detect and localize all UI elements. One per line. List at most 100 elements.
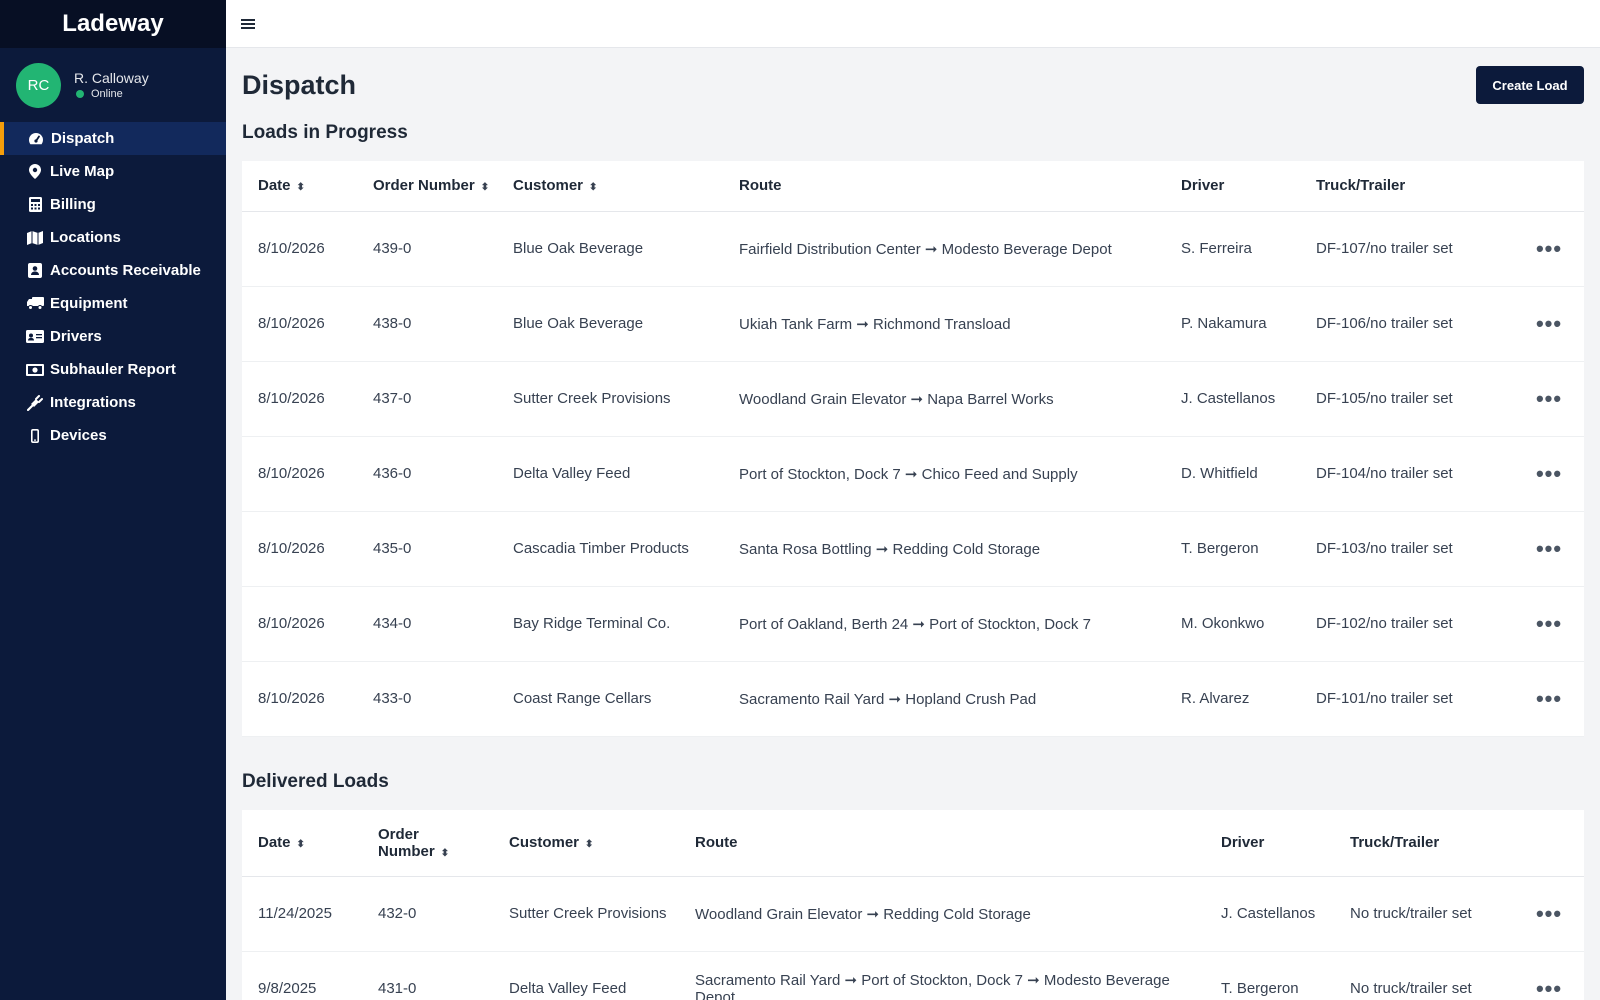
mobile-icon — [26, 428, 44, 443]
user-status-label: Online — [91, 88, 123, 100]
sidebar-item-label: Accounts Receivable — [50, 262, 201, 279]
sidebar-item-integrations[interactable]: Integrations — [0, 386, 226, 419]
sidebar-item-devices[interactable]: Devices — [0, 419, 226, 452]
sidebar-item-label: Locations — [50, 229, 121, 246]
more-options-icon[interactable]: ••• — [1536, 386, 1562, 411]
user-name: R. Calloway — [74, 70, 149, 86]
more-options-icon[interactable]: ••• — [1536, 311, 1562, 336]
column-header-route: Route — [723, 161, 1165, 212]
sidebar-item-label: Subhauler Report — [50, 361, 176, 378]
route-cell: Sacramento Rail Yard ➞ Port of Stockton,… — [679, 951, 1205, 1000]
column-header-date[interactable]: Date ⬍ — [242, 810, 362, 877]
column-header-order-number[interactable]: Order Number ⬍ — [357, 161, 497, 212]
customer-cell: Delta Valley Feed — [493, 951, 679, 1000]
more-options-icon[interactable]: ••• — [1536, 611, 1562, 636]
truck-trailer-cell: DF-107/no trailer set — [1300, 211, 1514, 287]
table-row[interactable]: 8/10/2026 439-0 Blue Oak Beverage Fairfield… — [242, 211, 1584, 287]
driver-cell: J. Castellanos — [1165, 361, 1300, 437]
column-header-customer[interactable]: Customer ⬍ — [497, 161, 723, 212]
date-cell: 9/8/2025 — [242, 951, 362, 1000]
customer-cell: Sutter Creek Provisions — [497, 361, 723, 437]
sidebar-item-live-map[interactable]: Live Map — [0, 155, 226, 188]
table-row[interactable]: 8/10/2026 437-0 Sutter Creek Provisions Woo… — [242, 361, 1584, 437]
sidebar-item-billing[interactable]: Billing — [0, 188, 226, 221]
page-title: Dispatch — [242, 70, 357, 100]
customer-cell: Blue Oak Beverage — [497, 286, 723, 362]
order-number-cell: 433-0 — [357, 661, 497, 737]
dashboard-icon — [27, 132, 45, 146]
date-cell: 8/10/2026 — [242, 511, 357, 587]
order-number-cell: 439-0 — [357, 211, 497, 287]
order-number-cell: 432-0 — [362, 876, 493, 952]
sidebar-item-equipment[interactable]: Equipment — [0, 287, 226, 320]
sidebar: Ladeway RC R. Calloway Online Dispatch L… — [0, 0, 226, 1000]
more-options-icon[interactable]: ••• — [1536, 976, 1562, 1000]
date-cell: 8/10/2026 — [242, 286, 357, 362]
customer-cell: Sutter Creek Provisions — [493, 876, 679, 952]
column-header-truck-trailer: Truck/Trailer — [1334, 810, 1514, 877]
avatar[interactable]: RC — [16, 62, 61, 108]
sidebar-item-accounts-receivable[interactable]: Accounts Receivable — [0, 254, 226, 287]
sidebar-item-label: Drivers — [50, 328, 102, 345]
sort-icon[interactable]: ⬍ — [585, 839, 593, 850]
user-panel: RC R. Calloway Online — [0, 48, 226, 122]
date-cell: 8/10/2026 — [242, 661, 357, 737]
sort-icon[interactable]: ⬍ — [589, 182, 597, 193]
truck-icon — [26, 297, 44, 310]
table-row[interactable]: 8/10/2026 436-0 Delta Valley Feed Port of S… — [242, 436, 1584, 512]
truck-trailer-cell: DF-106/no trailer set — [1300, 286, 1514, 362]
table-row[interactable]: 11/24/2025 432-0 Sutter Creek Provisions Wo… — [242, 876, 1584, 952]
date-cell: 8/10/2026 — [242, 586, 357, 662]
driver-cell: J. Castellanos — [1205, 876, 1334, 952]
map-pin-icon — [26, 164, 44, 179]
column-header-truck-trailer: Truck/Trailer — [1300, 161, 1514, 212]
sidebar-item-drivers[interactable]: Drivers — [0, 320, 226, 353]
sidebar-item-label: Devices — [50, 427, 107, 444]
address-book-icon — [26, 263, 44, 278]
order-number-cell: 437-0 — [357, 361, 497, 437]
customer-cell: Blue Oak Beverage — [497, 211, 723, 287]
date-cell: 8/10/2026 — [242, 211, 357, 287]
more-options-icon[interactable]: ••• — [1536, 536, 1562, 561]
sidebar-item-subhauler-report[interactable]: Subhauler Report — [0, 353, 226, 386]
sort-icon[interactable]: ⬍ — [297, 182, 305, 193]
id-card-icon — [26, 330, 44, 343]
sort-icon[interactable]: ⬍ — [297, 839, 305, 850]
more-options-icon[interactable]: ••• — [1536, 461, 1562, 486]
calculator-icon — [26, 197, 44, 212]
more-options-icon[interactable]: ••• — [1536, 686, 1562, 711]
column-header-date[interactable]: Date ⬍ — [242, 161, 357, 212]
column-header-route: Route — [679, 810, 1205, 877]
sidebar-item-dispatch[interactable]: Dispatch — [0, 122, 226, 155]
date-cell: 8/10/2026 — [242, 436, 357, 512]
sort-icon[interactable]: ⬍ — [481, 182, 489, 193]
row-actions-cell: ••• — [1514, 951, 1584, 1000]
sidebar-item-locations[interactable]: Locations — [0, 221, 226, 254]
column-header-order-number[interactable]: Order Number ⬍ — [362, 810, 493, 877]
plug-icon — [26, 394, 44, 411]
table-row[interactable]: 9/8/2025 431-0 Delta Valley Feed Sacramento… — [242, 951, 1584, 1000]
more-options-icon[interactable]: ••• — [1536, 236, 1562, 261]
hamburger-menu-icon[interactable] — [241, 14, 259, 34]
table-row[interactable]: 8/10/2026 434-0 Bay Ridge Terminal Co. Port… — [242, 586, 1584, 662]
order-number-cell: 438-0 — [357, 286, 497, 362]
more-options-icon[interactable]: ••• — [1536, 901, 1562, 926]
table-row[interactable]: 8/10/2026 435-0 Cascadia Timber Products Sa… — [242, 511, 1584, 587]
row-actions-cell: ••• — [1514, 661, 1584, 737]
truck-trailer-cell: DF-105/no trailer set — [1300, 361, 1514, 437]
table-row[interactable]: 8/10/2026 433-0 Coast Range Cellars Sacrame… — [242, 661, 1584, 737]
order-number-cell: 434-0 — [357, 586, 497, 662]
create-load-button[interactable]: Create Load — [1476, 66, 1584, 104]
route-cell: Sacramento Rail Yard ➞ Hopland Crush Pad — [723, 661, 1165, 737]
customer-cell: Coast Range Cellars — [497, 661, 723, 737]
driver-cell: T. Bergeron — [1165, 511, 1300, 587]
customer-cell: Bay Ridge Terminal Co. — [497, 586, 723, 662]
date-cell: 8/10/2026 — [242, 361, 357, 437]
route-cell: Port of Oakland, Berth 24 ➞ Port of Stoc… — [723, 586, 1165, 662]
driver-cell: S. Ferreira — [1165, 211, 1300, 287]
table-row[interactable]: 8/10/2026 438-0 Blue Oak Beverage Ukiah Tan… — [242, 286, 1584, 362]
row-actions-cell: ••• — [1514, 436, 1584, 512]
brand-logo[interactable]: Ladeway — [0, 0, 226, 48]
column-header-customer[interactable]: Customer ⬍ — [493, 810, 679, 877]
sort-icon[interactable]: ⬍ — [441, 848, 449, 859]
